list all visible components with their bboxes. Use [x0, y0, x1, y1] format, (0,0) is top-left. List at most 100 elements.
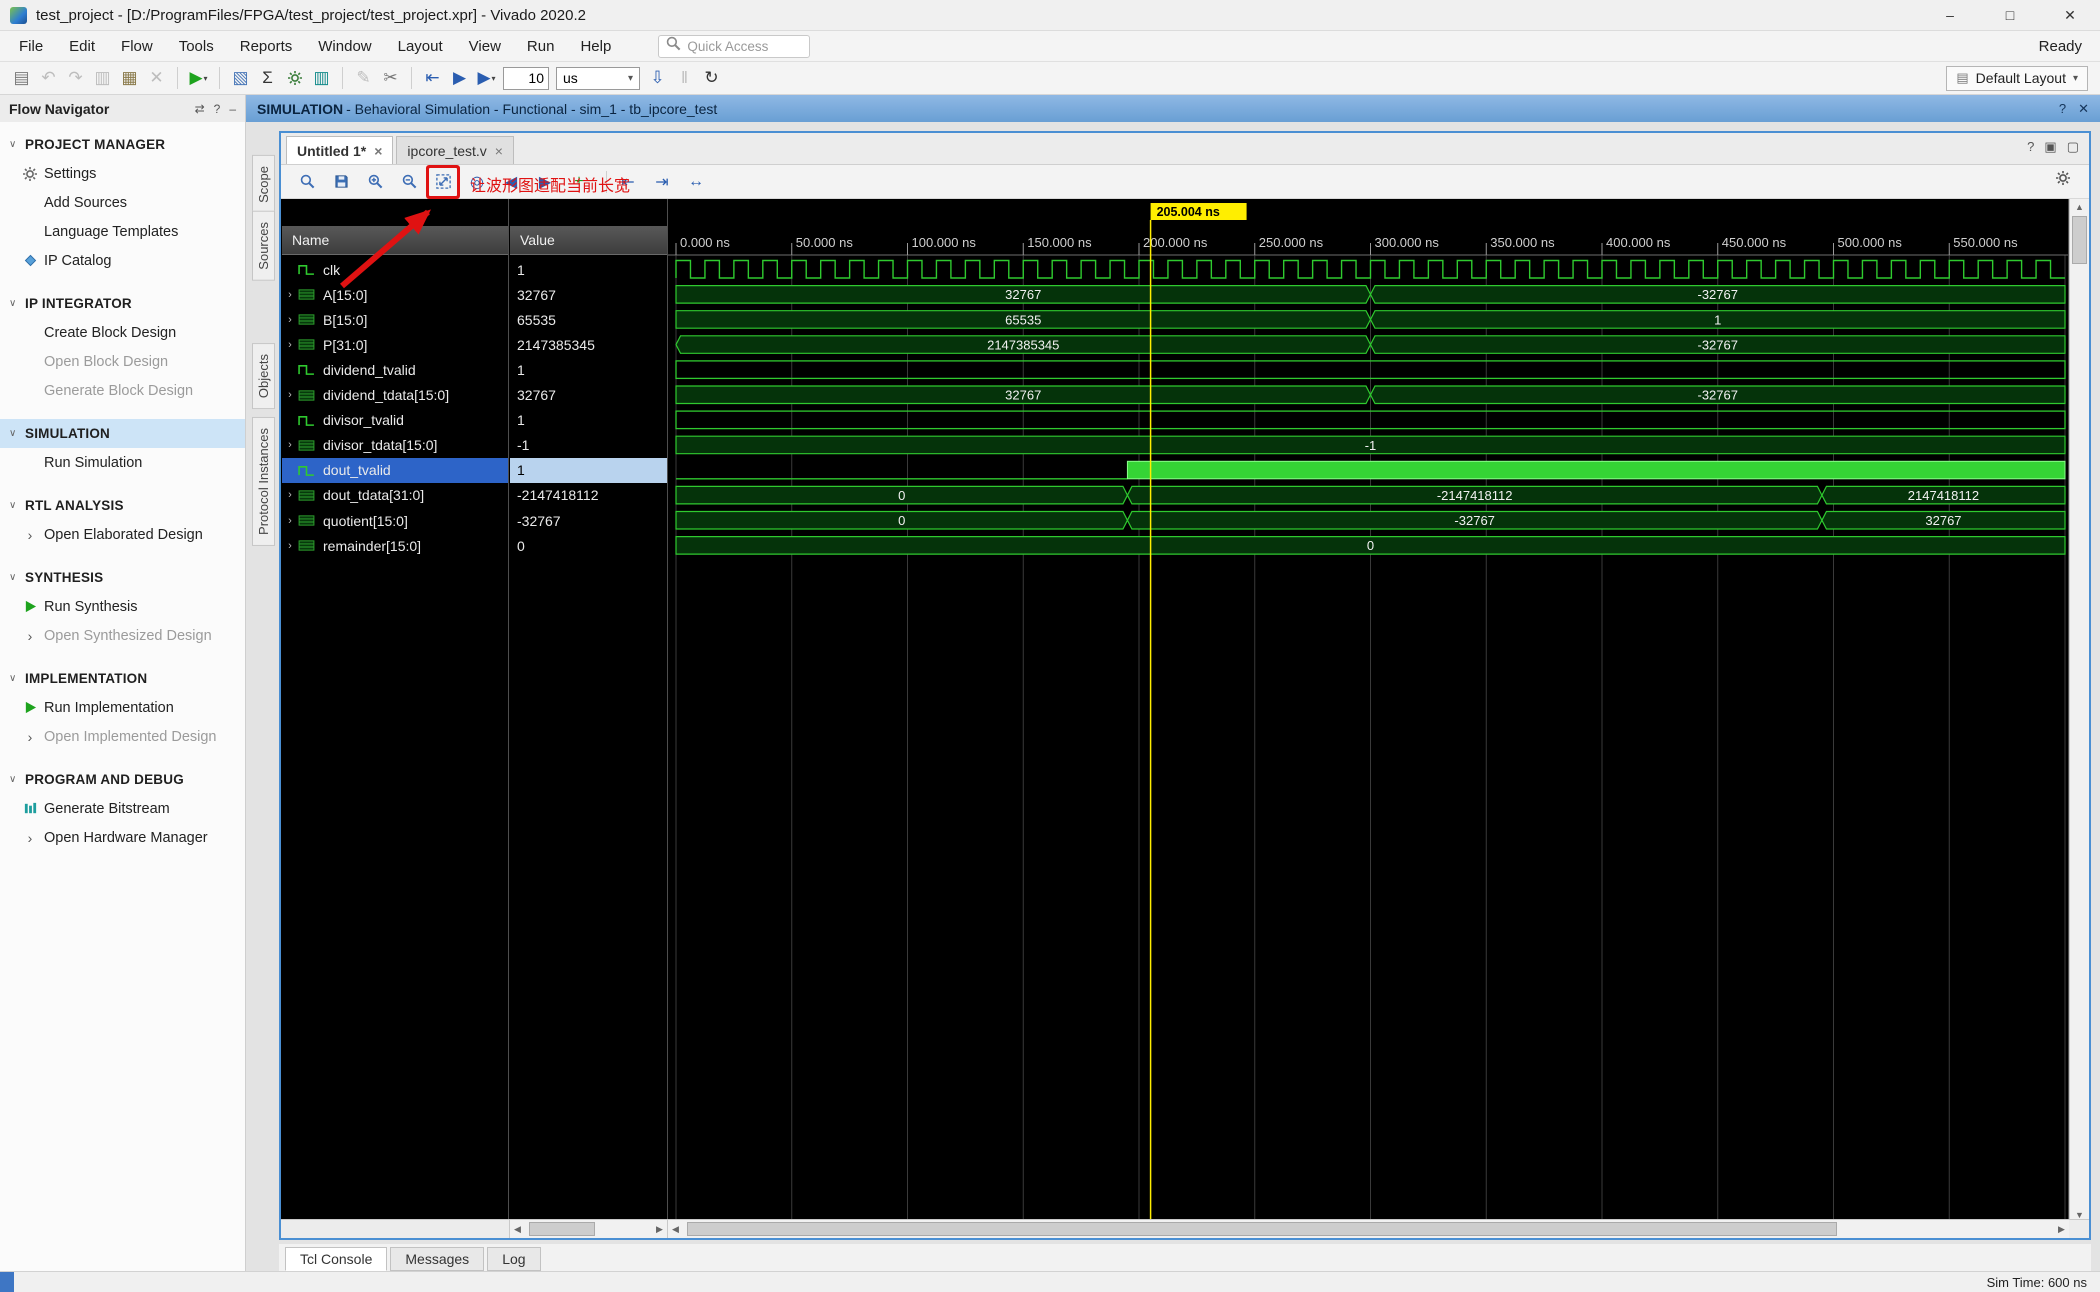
- flow-item-open-hardware-manager[interactable]: › Open Hardware Manager: [0, 823, 245, 852]
- menu-flow[interactable]: Flow: [108, 33, 166, 60]
- tab-ipcore-test-v[interactable]: ipcore_test.v ×: [396, 136, 514, 164]
- save-waveform-button[interactable]: [327, 168, 355, 196]
- quick-access-search[interactable]: Quick Access: [658, 34, 811, 58]
- flow-header-icon[interactable]: –: [229, 102, 236, 116]
- signal-value-remainder-15-0[interactable]: 0: [510, 533, 667, 558]
- scroll-up-icon[interactable]: ▲: [2070, 199, 2089, 215]
- scrollbar-thumb[interactable]: [2072, 216, 2087, 264]
- menu-view[interactable]: View: [456, 33, 514, 60]
- scroll-left-icon[interactable]: ◀: [510, 1224, 525, 1235]
- signal-value-p-31-0[interactable]: 2147385345: [510, 332, 667, 357]
- flow-item-generate-bitstream[interactable]: Generate Bitstream: [0, 794, 245, 823]
- expander-icon[interactable]: ›: [282, 515, 298, 527]
- close-button[interactable]: ✕: [2040, 0, 2100, 30]
- menu-reports[interactable]: Reports: [227, 33, 306, 60]
- menu-run[interactable]: Run: [514, 33, 568, 60]
- signal-name-p-31-0[interactable]: › P[31:0]: [282, 332, 508, 357]
- expander-icon[interactable]: ›: [282, 489, 298, 501]
- flow-item-open-elaborated-design[interactable]: › Open Elaborated Design: [0, 520, 245, 549]
- menu-file[interactable]: File: [6, 33, 56, 60]
- scroll-right-icon[interactable]: ▶: [652, 1224, 667, 1235]
- column-splitter[interactable]: [508, 199, 509, 1223]
- scrollbar-thumb[interactable]: [687, 1222, 1837, 1236]
- signal-value-b-15-0[interactable]: 65535: [510, 307, 667, 332]
- run-flow-button[interactable]: ▶ ▾: [185, 65, 212, 92]
- signal-name-remainder-15-0[interactable]: › remainder[15:0]: [282, 533, 508, 558]
- flow-item-settings[interactable]: Settings: [0, 159, 245, 188]
- menu-tools[interactable]: Tools: [166, 33, 227, 60]
- console-tab-tcl-console[interactable]: Tcl Console: [285, 1247, 388, 1271]
- signal-name-dividend-tdata-15-0[interactable]: › dividend_tdata[15:0]: [282, 383, 508, 408]
- paste-button[interactable]: ▦: [116, 65, 143, 92]
- expander-icon[interactable]: ›: [282, 289, 298, 301]
- signal-name-dividend-tvalid[interactable]: dividend_tvalid: [282, 357, 508, 382]
- waveform-settings-gear-icon[interactable]: [2055, 170, 2079, 194]
- side-tab-objects[interactable]: Objects: [252, 343, 275, 410]
- menu-help[interactable]: Help: [567, 33, 624, 60]
- signal-name-clk[interactable]: clk: [282, 257, 508, 282]
- expander-icon[interactable]: ›: [282, 389, 298, 401]
- signal-value-dividend-tvalid[interactable]: 1: [510, 357, 667, 382]
- flow-item-run-simulation[interactable]: Run Simulation: [0, 448, 245, 477]
- help-icon[interactable]: ?: [2059, 101, 2066, 117]
- signal-name-a-15-0[interactable]: › A[15:0]: [282, 282, 508, 307]
- menu-edit[interactable]: Edit: [56, 33, 108, 60]
- expander-icon[interactable]: ›: [282, 314, 298, 326]
- go-to-last-time-button[interactable]: ⇥: [648, 168, 676, 196]
- expander-icon[interactable]: ›: [282, 339, 298, 351]
- run-all-button[interactable]: ▶: [446, 65, 473, 92]
- signal-name-b-15-0[interactable]: › B[15:0]: [282, 307, 508, 332]
- layout-selector[interactable]: ▤ Default Layout ▾: [1946, 65, 2088, 91]
- flow-section-simulation[interactable]: ∨ SIMULATION: [0, 419, 245, 448]
- signal-value-a-15-0[interactable]: 32767: [510, 282, 667, 307]
- console-tab-log[interactable]: Log: [487, 1247, 541, 1271]
- tab-untitled-1[interactable]: Untitled 1* ×: [286, 136, 394, 164]
- open-recent-button[interactable]: ▤: [8, 65, 35, 92]
- signal-name-divisor-tvalid[interactable]: divisor_tvalid: [282, 408, 508, 433]
- signal-value-dividend-tdata-15-0[interactable]: 32767: [510, 383, 667, 408]
- signal-value-dout-tvalid[interactable]: 1: [510, 457, 667, 483]
- run-for-button[interactable]: ▶ ▾: [473, 65, 500, 92]
- signal-name-quotient-15-0[interactable]: › quotient[15:0]: [282, 508, 508, 533]
- flow-section-ip-integrator[interactable]: ∨ IP INTEGRATOR: [0, 289, 245, 318]
- scrollbar-thumb[interactable]: [529, 1222, 595, 1236]
- vertical-scrollbar[interactable]: ▲ ▼: [2069, 199, 2089, 1223]
- signal-value-clk[interactable]: 1: [510, 257, 667, 282]
- help-icon[interactable]: ?: [2027, 139, 2034, 155]
- flow-item-run-synthesis[interactable]: Run Synthesis: [0, 592, 245, 621]
- zoom-out-button[interactable]: [395, 168, 423, 196]
- close-tab-icon[interactable]: ×: [495, 143, 503, 159]
- window-control-icon[interactable]: ▣: [2044, 139, 2056, 155]
- flow-item-add-sources[interactable]: Add Sources: [0, 188, 245, 217]
- flow-section-implementation[interactable]: ∨ IMPLEMENTATION: [0, 664, 245, 693]
- zoom-fit-button[interactable]: [429, 168, 457, 196]
- zoom-in-button[interactable]: [361, 168, 389, 196]
- open-elaborated-button[interactable]: ▧: [227, 65, 254, 92]
- flow-item-create-block-design[interactable]: Create Block Design: [0, 318, 245, 347]
- menu-window[interactable]: Window: [305, 33, 384, 60]
- side-tab-protocol-instances[interactable]: Protocol Instances: [252, 417, 275, 546]
- signal-value-divisor-tdata-15-0[interactable]: -1: [510, 433, 667, 458]
- flow-item-run-implementation[interactable]: Run Implementation: [0, 693, 245, 722]
- signal-name-divisor-tdata-15-0[interactable]: › divisor_tdata[15:0]: [282, 433, 508, 458]
- expander-icon[interactable]: ›: [282, 540, 298, 552]
- time-unit-select[interactable]: us ▾: [556, 66, 640, 90]
- set-probes-button[interactable]: ✂: [377, 65, 404, 92]
- expander-icon[interactable]: ›: [282, 439, 298, 451]
- run-synthesis-toolbar-button[interactable]: Σ: [254, 65, 281, 92]
- minimize-button[interactable]: –: [1920, 0, 1980, 30]
- flow-header-icon[interactable]: ⇄: [195, 102, 205, 116]
- fit-selection-button[interactable]: ↔: [682, 168, 710, 196]
- scroll-left-icon[interactable]: ◀: [668, 1224, 683, 1235]
- flow-header-icon[interactable]: ?: [214, 102, 221, 116]
- signal-name-dout-tdata-31-0[interactable]: › dout_tdata[31:0]: [282, 483, 508, 508]
- side-tab-sources[interactable]: Sources: [252, 211, 275, 281]
- maximize-button[interactable]: □: [1980, 0, 2040, 30]
- restart-simulation-button[interactable]: ⇤: [419, 65, 446, 92]
- column-splitter[interactable]: [667, 199, 668, 1223]
- waveform-canvas[interactable]: 0.000 ns 50.000 ns 100.000 ns 150.000 ns 200…: [668, 199, 2068, 1223]
- close-tab-icon[interactable]: ×: [374, 143, 382, 159]
- scroll-right-icon[interactable]: ▶: [2054, 1224, 2069, 1235]
- signal-value-divisor-tvalid[interactable]: 1: [510, 408, 667, 433]
- flow-item-ip-catalog[interactable]: IP Catalog: [0, 246, 245, 275]
